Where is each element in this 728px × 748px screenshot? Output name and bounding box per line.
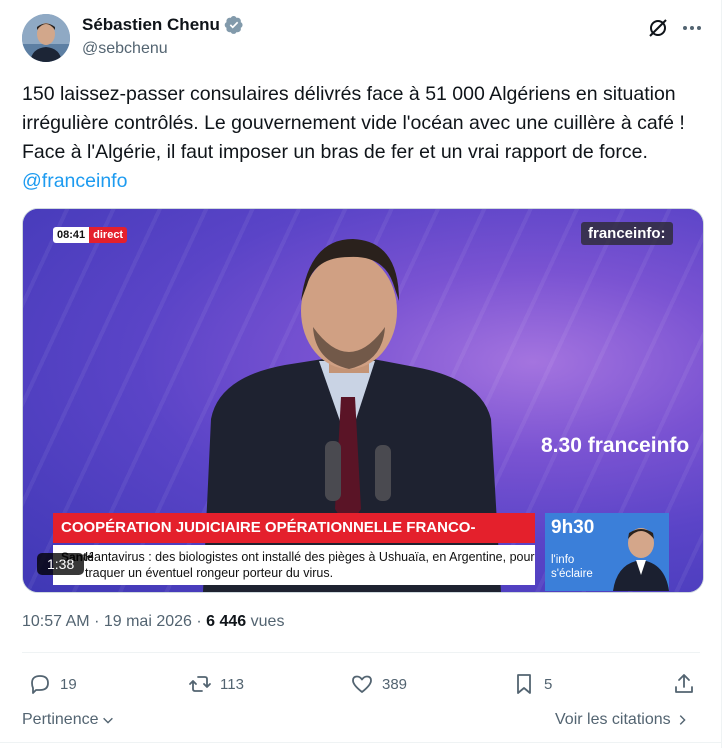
- views-label: vues: [250, 613, 285, 630]
- live-time: 08:41: [53, 227, 90, 243]
- news-ticker: Santé Hantavirus : des biologistes ont i…: [53, 545, 535, 585]
- next-show-time: 9h30: [551, 517, 595, 538]
- heart-icon: [352, 675, 372, 693]
- video-duration: 1:38: [37, 553, 85, 575]
- tweet-body: 150 laissez-passer consulaires délivrés …: [22, 83, 685, 163]
- column-divider: [721, 0, 722, 748]
- views-count: 6 446: [206, 613, 247, 630]
- bookmark-button[interactable]: 5: [512, 672, 552, 696]
- show-brand: 8.30 franceinfo: [541, 434, 690, 457]
- chevron-right-icon: [679, 715, 686, 725]
- sort-dropdown[interactable]: Pertinence: [22, 711, 115, 729]
- tweet-time[interactable]: 10:57 AM: [22, 613, 90, 630]
- chevron-down-icon: [102, 717, 113, 724]
- more-options-icon[interactable]: [680, 16, 704, 40]
- author-name-row[interactable]: Sébastien Chenu: [82, 15, 244, 35]
- grok-icon[interactable]: [646, 16, 670, 40]
- next-show-panel: 9h30 l'info s'éclaire: [545, 513, 669, 591]
- mention-link[interactable]: @franceinfo: [22, 170, 127, 192]
- video-player[interactable]: 08:41 direct franceinfo: 8.30 franceinfo…: [22, 208, 704, 593]
- reply-button[interactable]: 19: [28, 672, 77, 696]
- live-label: direct: [89, 227, 128, 243]
- ticker-text: Hantavirus : des biologistes ont install…: [85, 550, 535, 580]
- author-handle[interactable]: @sebchenu: [82, 40, 168, 58]
- tweet-date[interactable]: 19 mai 2026: [104, 613, 192, 630]
- avatar[interactable]: [22, 14, 70, 62]
- divider: [22, 652, 700, 653]
- share-button[interactable]: [672, 672, 696, 696]
- next-show-tagline-line1: l'info: [551, 554, 575, 566]
- share-icon: [675, 674, 693, 693]
- view-quotes-link[interactable]: Voir les citations: [555, 711, 689, 729]
- bookmark-count: 5: [544, 675, 553, 693]
- repost-count: 113: [220, 675, 244, 693]
- tweet-text: 150 laissez-passer consulaires délivrés …: [22, 80, 692, 196]
- author-name[interactable]: Sébastien Chenu: [82, 15, 220, 35]
- like-button[interactable]: 389: [350, 672, 407, 696]
- repost-button[interactable]: 113: [188, 672, 244, 696]
- verified-badge-icon: [224, 15, 244, 35]
- news-banner: COOPÉRATION JUDICIAIRE OPÉRATIONNELLE FR…: [53, 513, 535, 566]
- next-show-tagline-line2: s'éclaire: [551, 568, 593, 580]
- bottom-divider: [0, 742, 722, 743]
- repost-icon: [189, 676, 211, 692]
- reply-icon: [31, 675, 49, 694]
- tweet-meta: 10:57 AM · 19 mai 2026 · 6 446 vues: [22, 613, 284, 631]
- sort-label: Pertinence: [22, 711, 99, 728]
- citations-label: Voir les citations: [555, 711, 671, 728]
- channel-logo: franceinfo:: [581, 222, 673, 245]
- next-show-tagline: l'info s'éclaire: [551, 553, 593, 581]
- like-count: 389: [382, 675, 408, 693]
- reply-count: 19: [60, 675, 77, 693]
- meta-separator: ·: [196, 613, 202, 630]
- meta-separator: ·: [94, 613, 100, 630]
- live-indicator: 08:41 direct: [53, 227, 128, 243]
- bookmark-icon: [517, 674, 531, 694]
